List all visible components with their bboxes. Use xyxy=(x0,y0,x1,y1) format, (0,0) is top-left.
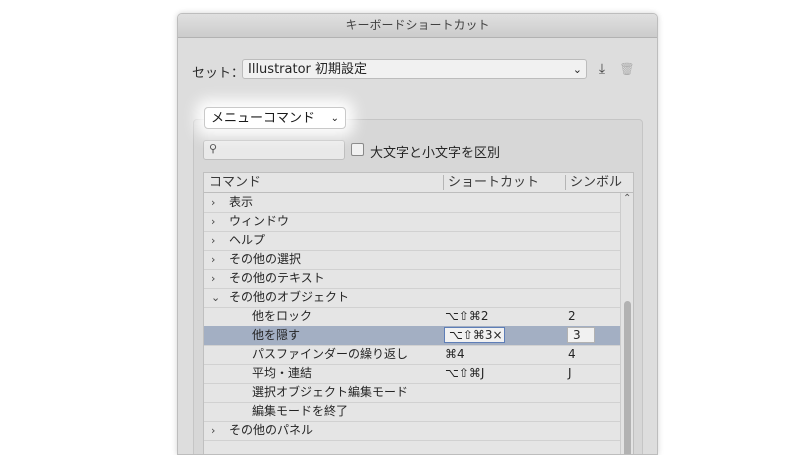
row-label: 他を隠す xyxy=(252,328,301,342)
row-label: 平均・連結 xyxy=(252,366,313,380)
chevron-down-icon: ⌄ xyxy=(330,113,339,124)
table-row[interactable]: 編集モードを終了 xyxy=(204,402,620,422)
row-symbol[interactable]: J xyxy=(568,364,572,383)
row-label: パスファインダーの繰り返し xyxy=(252,347,409,361)
column-divider[interactable] xyxy=(565,175,566,190)
row-label: ヘルプ xyxy=(229,233,266,247)
row-shortcut[interactable]: ⌥⇧⌘2 xyxy=(445,307,489,326)
search-input[interactable]: ⚲ xyxy=(203,140,345,160)
disclosure-collapsed-icon[interactable]: › xyxy=(211,193,215,212)
window-title: キーボードショートカット xyxy=(178,14,657,38)
column-divider[interactable] xyxy=(443,175,444,190)
column-header-shortcut[interactable]: ショートカット xyxy=(448,173,539,192)
shortcut-edit-field[interactable]: ⌥⇧⌘3× xyxy=(444,327,505,343)
table-row-selected[interactable]: 他を隠す ⌥⇧⌘3× 3 xyxy=(204,326,620,346)
table-row[interactable]: › 表示 xyxy=(204,193,620,213)
command-type-select[interactable]: メニューコマンド ⌄ xyxy=(204,107,346,129)
chevron-down-icon: ⌄ xyxy=(572,63,582,76)
column-header-symbol[interactable]: シンボル xyxy=(570,173,622,192)
table-header: コマンド ショートカット シンボル xyxy=(204,173,633,193)
row-label: その他の選択 xyxy=(229,252,302,266)
set-label: セット： xyxy=(192,66,245,81)
column-header-command[interactable]: コマンド xyxy=(209,173,261,192)
table-row[interactable]: 選択オブジェクト編集モード xyxy=(204,383,620,403)
disclosure-collapsed-icon[interactable]: › xyxy=(211,269,215,288)
row-shortcut[interactable]: ⌘4 xyxy=(445,345,465,364)
table-row[interactable]: 他をロック ⌥⇧⌘2 2 xyxy=(204,307,620,327)
row-label: 選択オブジェクト編集モード xyxy=(252,385,409,399)
row-label: 他をロック xyxy=(252,309,313,323)
disclosure-collapsed-icon[interactable]: › xyxy=(211,231,215,250)
case-sensitive-checkbox[interactable] xyxy=(351,143,364,156)
search-icon: ⚲ xyxy=(209,142,218,155)
table-row[interactable]: ⌄ その他のオブジェクト xyxy=(204,288,620,308)
table-scrollbar[interactable]: ⌃ xyxy=(620,193,633,454)
table-row[interactable]: › その他の選択 xyxy=(204,250,620,270)
row-shortcut[interactable]: ⌥⇧⌘J xyxy=(445,364,484,383)
row-label: その他のパネル xyxy=(229,423,314,437)
row-label: 編集モードを終了 xyxy=(252,404,349,418)
row-label: その他のオブジェクト xyxy=(229,290,350,304)
disclosure-expanded-icon[interactable]: ⌄ xyxy=(211,288,220,307)
shortcut-table: コマンド ショートカット シンボル › 表示 › ウィンドウ › ヘルプ › そ… xyxy=(203,172,634,454)
set-select-value: Illustrator 初期設定 xyxy=(248,62,368,77)
export-icon[interactable]: ⤓ xyxy=(593,60,611,78)
trash-icon[interactable]: 🗑 xyxy=(618,60,636,78)
row-symbol[interactable]: 4 xyxy=(568,345,576,364)
row-symbol[interactable]: 2 xyxy=(568,307,576,326)
set-select[interactable]: Illustrator 初期設定 ⌄ xyxy=(242,59,587,79)
disclosure-collapsed-icon[interactable]: › xyxy=(211,421,215,440)
scroll-thumb[interactable] xyxy=(624,301,631,454)
symbol-edit-field[interactable]: 3 xyxy=(567,327,595,343)
table-row[interactable]: › その他のテキスト xyxy=(204,269,620,289)
disclosure-collapsed-icon[interactable]: › xyxy=(211,250,215,269)
row-label: 表示 xyxy=(229,195,254,209)
command-type-value: メニューコマンド xyxy=(211,111,316,126)
table-row[interactable]: › ヘルプ xyxy=(204,231,620,251)
table-row[interactable]: パスファインダーの繰り返し ⌘4 4 xyxy=(204,345,620,365)
row-label: ウィンドウ xyxy=(229,214,290,228)
keyboard-shortcuts-dialog: キーボードショートカット セット： Illustrator 初期設定 ⌄ ⤓ 🗑… xyxy=(177,13,658,455)
disclosure-collapsed-icon[interactable]: › xyxy=(211,212,215,231)
row-label: その他のテキスト xyxy=(229,271,325,285)
case-sensitive-label: 大文字と小文字を区別 xyxy=(370,146,501,161)
scroll-up-icon[interactable]: ⌃ xyxy=(623,193,631,204)
table-row[interactable]: › その他のパネル xyxy=(204,421,620,441)
table-row[interactable]: › ウィンドウ xyxy=(204,212,620,232)
table-row[interactable]: 平均・連結 ⌥⇧⌘J J xyxy=(204,364,620,384)
